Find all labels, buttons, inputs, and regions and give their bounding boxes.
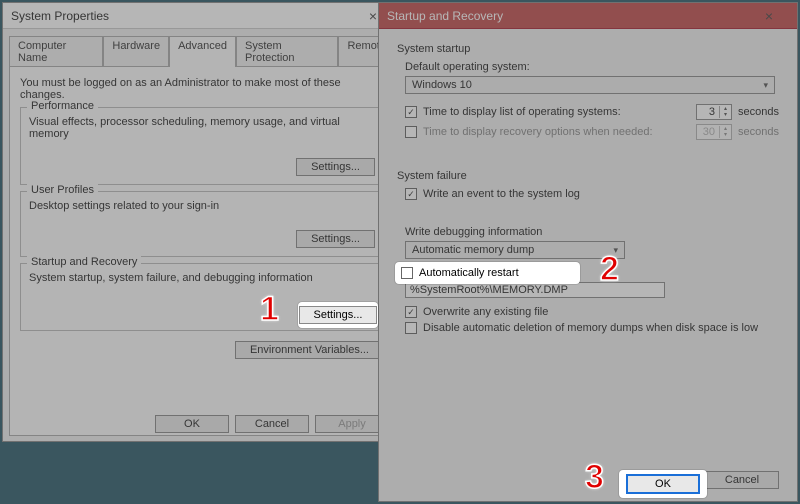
tab-system-protection[interactable]: System Protection xyxy=(236,36,338,67)
write-event-checkbox[interactable] xyxy=(405,188,417,200)
cancel-button[interactable]: Cancel xyxy=(235,415,309,433)
user-profiles-settings-button[interactable]: Settings... xyxy=(296,230,375,248)
default-os-value: Windows 10 xyxy=(412,79,472,91)
performance-legend: Performance xyxy=(27,100,98,112)
write-debug-select[interactable]: Automatic memory dump ▾ xyxy=(405,241,625,259)
overwrite-checkbox[interactable] xyxy=(405,306,417,318)
time-list-label: Time to display list of operating system… xyxy=(423,106,690,118)
user-profiles-group: User Profiles Desktop settings related t… xyxy=(20,191,384,257)
startup-recovery-settings-button[interactable]: Settings... xyxy=(299,306,378,324)
time-recovery-value[interactable]: 30 ▴▾ xyxy=(696,124,732,140)
startup-recovery-window: Startup and Recovery × System startup De… xyxy=(378,2,798,502)
tab-advanced[interactable]: Advanced xyxy=(169,36,236,67)
seconds-label: seconds xyxy=(738,106,779,118)
performance-group: Performance Visual effects, processor sc… xyxy=(20,107,384,185)
time-list-value[interactable]: 3 ▴▾ xyxy=(696,104,732,120)
default-os-label: Default operating system: xyxy=(405,61,779,73)
marker-3: 3 xyxy=(585,458,604,497)
system-properties-window: System Properties × Computer Name Hardwa… xyxy=(2,2,402,442)
write-debug-label: Write debugging information xyxy=(405,226,779,238)
write-event-label: Write an event to the system log xyxy=(423,188,580,200)
user-profiles-legend: User Profiles xyxy=(27,184,98,196)
admin-note: You must be logged on as an Administrato… xyxy=(20,77,384,101)
startup-recovery-desc: System startup, system failure, and debu… xyxy=(29,272,375,284)
auto-restart-checkbox[interactable] xyxy=(401,267,413,279)
disable-auto-delete-label: Disable automatic deletion of memory dum… xyxy=(423,322,758,334)
highlight-settings: Settings... xyxy=(298,302,378,328)
chevron-down-icon: ▾ xyxy=(763,80,768,91)
sr-ok-button[interactable]: OK xyxy=(626,474,700,494)
window-title: System Properties xyxy=(11,9,353,23)
dump-file-input[interactable]: %SystemRoot%\MEMORY.DMP xyxy=(405,282,665,298)
system-failure-label: System failure xyxy=(397,170,779,182)
titlebar[interactable]: System Properties × xyxy=(3,3,401,29)
marker-1: 1 xyxy=(260,290,279,329)
highlight-auto-restart: Automatically restart xyxy=(395,262,580,284)
overwrite-label: Overwrite any existing file xyxy=(423,306,548,318)
tab-computer-name[interactable]: Computer Name xyxy=(9,36,103,67)
default-os-select[interactable]: Windows 10 ▾ xyxy=(405,76,775,94)
ok-button[interactable]: OK xyxy=(155,415,229,433)
seconds-label: seconds xyxy=(738,126,779,138)
environment-variables-button[interactable]: Environment Variables... xyxy=(235,341,384,359)
system-startup-label: System startup xyxy=(397,43,779,55)
close-icon[interactable]: × xyxy=(749,8,789,24)
time-recovery-checkbox[interactable] xyxy=(405,126,417,138)
user-profiles-desc: Desktop settings related to your sign-in xyxy=(29,200,375,212)
disable-auto-delete-checkbox[interactable] xyxy=(405,322,417,334)
highlight-ok: OK xyxy=(619,470,707,498)
auto-restart-label: Automatically restart xyxy=(419,267,519,279)
startup-recovery-legend: Startup and Recovery xyxy=(27,256,141,268)
tab-hardware[interactable]: Hardware xyxy=(103,36,169,67)
window-title: Startup and Recovery xyxy=(387,9,749,23)
sr-cancel-button[interactable]: Cancel xyxy=(705,471,779,489)
performance-desc: Visual effects, processor scheduling, me… xyxy=(29,116,375,140)
performance-settings-button[interactable]: Settings... xyxy=(296,158,375,176)
write-debug-value: Automatic memory dump xyxy=(412,244,534,256)
titlebar[interactable]: Startup and Recovery × xyxy=(379,3,797,29)
time-list-checkbox[interactable] xyxy=(405,106,417,118)
marker-2: 2 xyxy=(600,250,619,289)
tabs: Computer Name Hardware Advanced System P… xyxy=(3,29,401,66)
time-recovery-label: Time to display recovery options when ne… xyxy=(423,126,690,138)
